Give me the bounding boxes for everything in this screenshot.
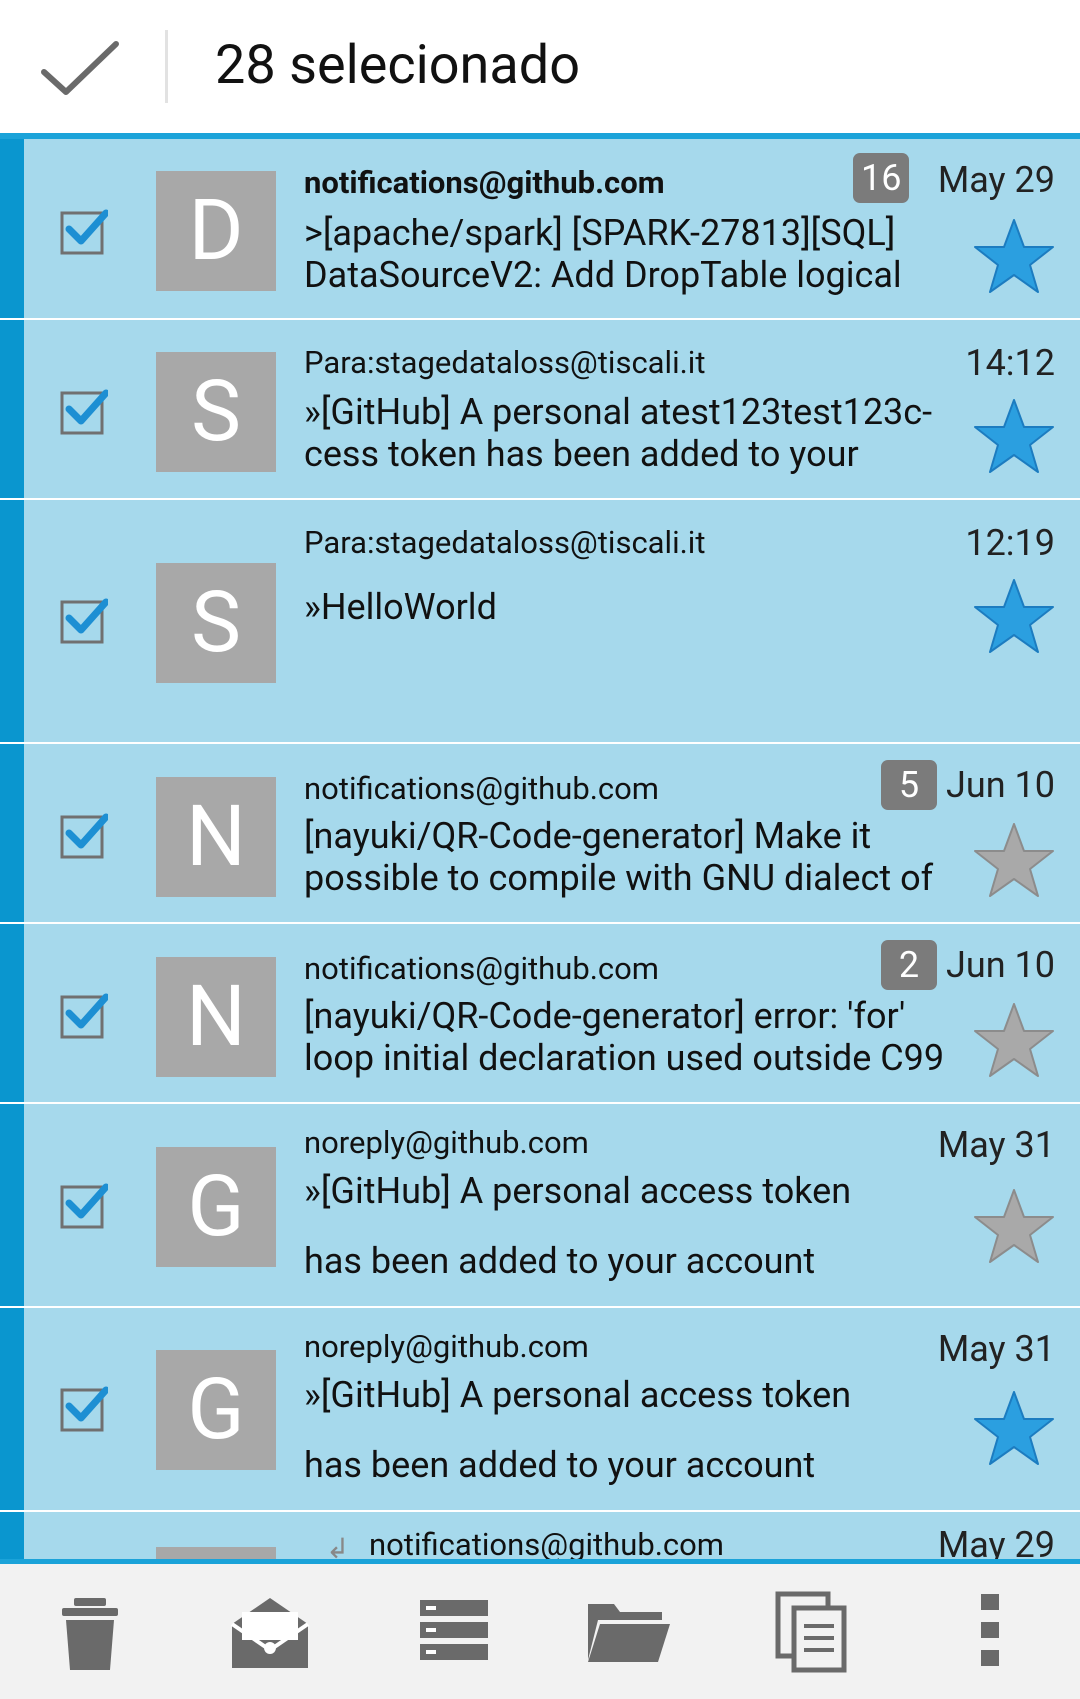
done-check-icon[interactable] <box>36 36 124 102</box>
trash-icon[interactable] <box>48 1590 132 1674</box>
sender: notifications@github.com <box>304 950 659 987</box>
reply-arrow-icon: ↲ <box>326 1532 350 1559</box>
date: May 29 <box>937 1524 1055 1559</box>
message-list[interactable]: D notifications@github.com 16 May 29 >[a… <box>0 139 1080 1559</box>
sender: notifications@github.com <box>304 770 659 807</box>
subject-line-1: [nayuki/QR-Code-generator] Make it <box>304 815 872 857</box>
avatar[interactable]: D <box>156 171 276 291</box>
subject-line-2: DataSourceV2: Add DropTable logical <box>304 254 902 296</box>
subject-line-2: has been added to your account <box>304 1444 816 1486</box>
checkbox-checked-icon[interactable] <box>60 1384 108 1432</box>
message-row[interactable]: ↲ notifications@github.com May 29 <box>0 1512 1080 1559</box>
subject-line-1: »[GitHub] A personal access token <box>304 1374 852 1416</box>
star-filled-icon[interactable] <box>972 216 1056 296</box>
avatar[interactable]: S <box>156 352 276 472</box>
sender: Para:stagedataloss@tiscali.it <box>304 344 706 381</box>
sender: noreply@github.com <box>304 1328 589 1365</box>
thread-count-badge: 16 <box>853 153 910 203</box>
checkbox-checked-icon[interactable] <box>60 1181 108 1229</box>
message-row[interactable]: S Para:stagedataloss@tiscali.it 14:12 »[… <box>0 320 1080 500</box>
date: May 29 <box>937 159 1055 201</box>
selection-stripe <box>0 1512 24 1559</box>
checkbox-checked-icon[interactable] <box>60 387 108 435</box>
date: May 31 <box>937 1328 1055 1370</box>
message-row[interactable]: D notifications@github.com 16 May 29 >[a… <box>0 139 1080 320</box>
checkbox-checked-icon[interactable] <box>60 811 108 859</box>
avatar[interactable]: G <box>156 1147 276 1267</box>
thread-count-badge: 5 <box>881 760 937 810</box>
star-outline-icon[interactable] <box>972 1186 1056 1266</box>
checkbox-checked-icon[interactable] <box>60 596 108 644</box>
archive-stack-icon[interactable] <box>412 1590 496 1674</box>
star-outline-icon[interactable] <box>972 820 1056 900</box>
date: Jun 10 <box>946 764 1055 806</box>
date: 14:12 <box>965 342 1055 384</box>
checkbox-checked-icon[interactable] <box>60 991 108 1039</box>
avatar[interactable]: G <box>156 1350 276 1470</box>
header-divider <box>165 30 168 103</box>
subject-line-2: loop initial declaration used outside C9… <box>304 1037 945 1079</box>
subject-line-2: has been added to your account <box>304 1240 816 1282</box>
open-envelope-icon[interactable] <box>228 1590 312 1674</box>
sender: noreply@github.com <box>304 1124 589 1161</box>
star-filled-icon[interactable] <box>972 1388 1056 1468</box>
message-row[interactable]: N notifications@github.com 2 Jun 10 [nay… <box>0 924 1080 1104</box>
date: 12:19 <box>965 522 1055 564</box>
bottom-action-toolbar <box>0 1564 1080 1699</box>
selection-stripe <box>0 500 24 742</box>
star-filled-icon[interactable] <box>972 576 1056 656</box>
folder-icon[interactable] <box>586 1590 670 1674</box>
sender: Para:stagedataloss@tiscali.it <box>304 524 706 561</box>
selection-stripe <box>0 320 24 498</box>
avatar[interactable]: N <box>156 957 276 1077</box>
subject-line-1: [nayuki/QR-Code-generator] error: 'for' <box>304 995 906 1037</box>
selection-stripe <box>0 139 24 318</box>
sender: notifications@github.com <box>369 1526 724 1559</box>
copy-icon[interactable] <box>770 1590 854 1674</box>
avatar[interactable] <box>156 1547 276 1559</box>
more-vert-icon[interactable] <box>948 1590 1032 1674</box>
avatar[interactable]: S <box>156 563 276 683</box>
message-row[interactable]: N notifications@github.com 5 Jun 10 [nay… <box>0 744 1080 924</box>
subject-line-2: possible to compile with GNU dialect of <box>304 857 934 899</box>
subject-line-1: »HelloWorld <box>304 586 497 628</box>
thread-count-badge: 2 <box>881 940 937 990</box>
subject-line-1: »[GitHub] A personal atest123test123c- <box>304 391 933 433</box>
star-filled-icon[interactable] <box>972 396 1056 476</box>
message-row[interactable]: S Para:stagedataloss@tiscali.it 12:19 »H… <box>0 500 1080 744</box>
selection-count-title: 28 selecionado <box>215 34 581 97</box>
avatar[interactable]: N <box>156 777 276 897</box>
message-row[interactable]: G noreply@github.com May 31 »[GitHub] A … <box>0 1104 1080 1308</box>
checkbox-checked-icon[interactable] <box>60 207 108 255</box>
message-row[interactable]: G noreply@github.com May 31 »[GitHub] A … <box>0 1308 1080 1512</box>
sender: notifications@github.com <box>304 164 665 201</box>
selection-stripe <box>0 744 24 922</box>
star-outline-icon[interactable] <box>972 1000 1056 1080</box>
date: Jun 10 <box>946 944 1055 986</box>
selection-stripe <box>0 1104 24 1306</box>
subject-line-2: cess token has been added to your <box>304 433 859 475</box>
subject-line-1: >[apache/spark] [SPARK-27813][SQL] <box>304 212 896 254</box>
selection-stripe <box>0 924 24 1102</box>
selection-stripe <box>0 1308 24 1510</box>
date: May 31 <box>937 1124 1055 1166</box>
action-bar: 28 selecionado <box>0 0 1080 133</box>
subject-line-1: »[GitHub] A personal access token <box>304 1170 852 1212</box>
